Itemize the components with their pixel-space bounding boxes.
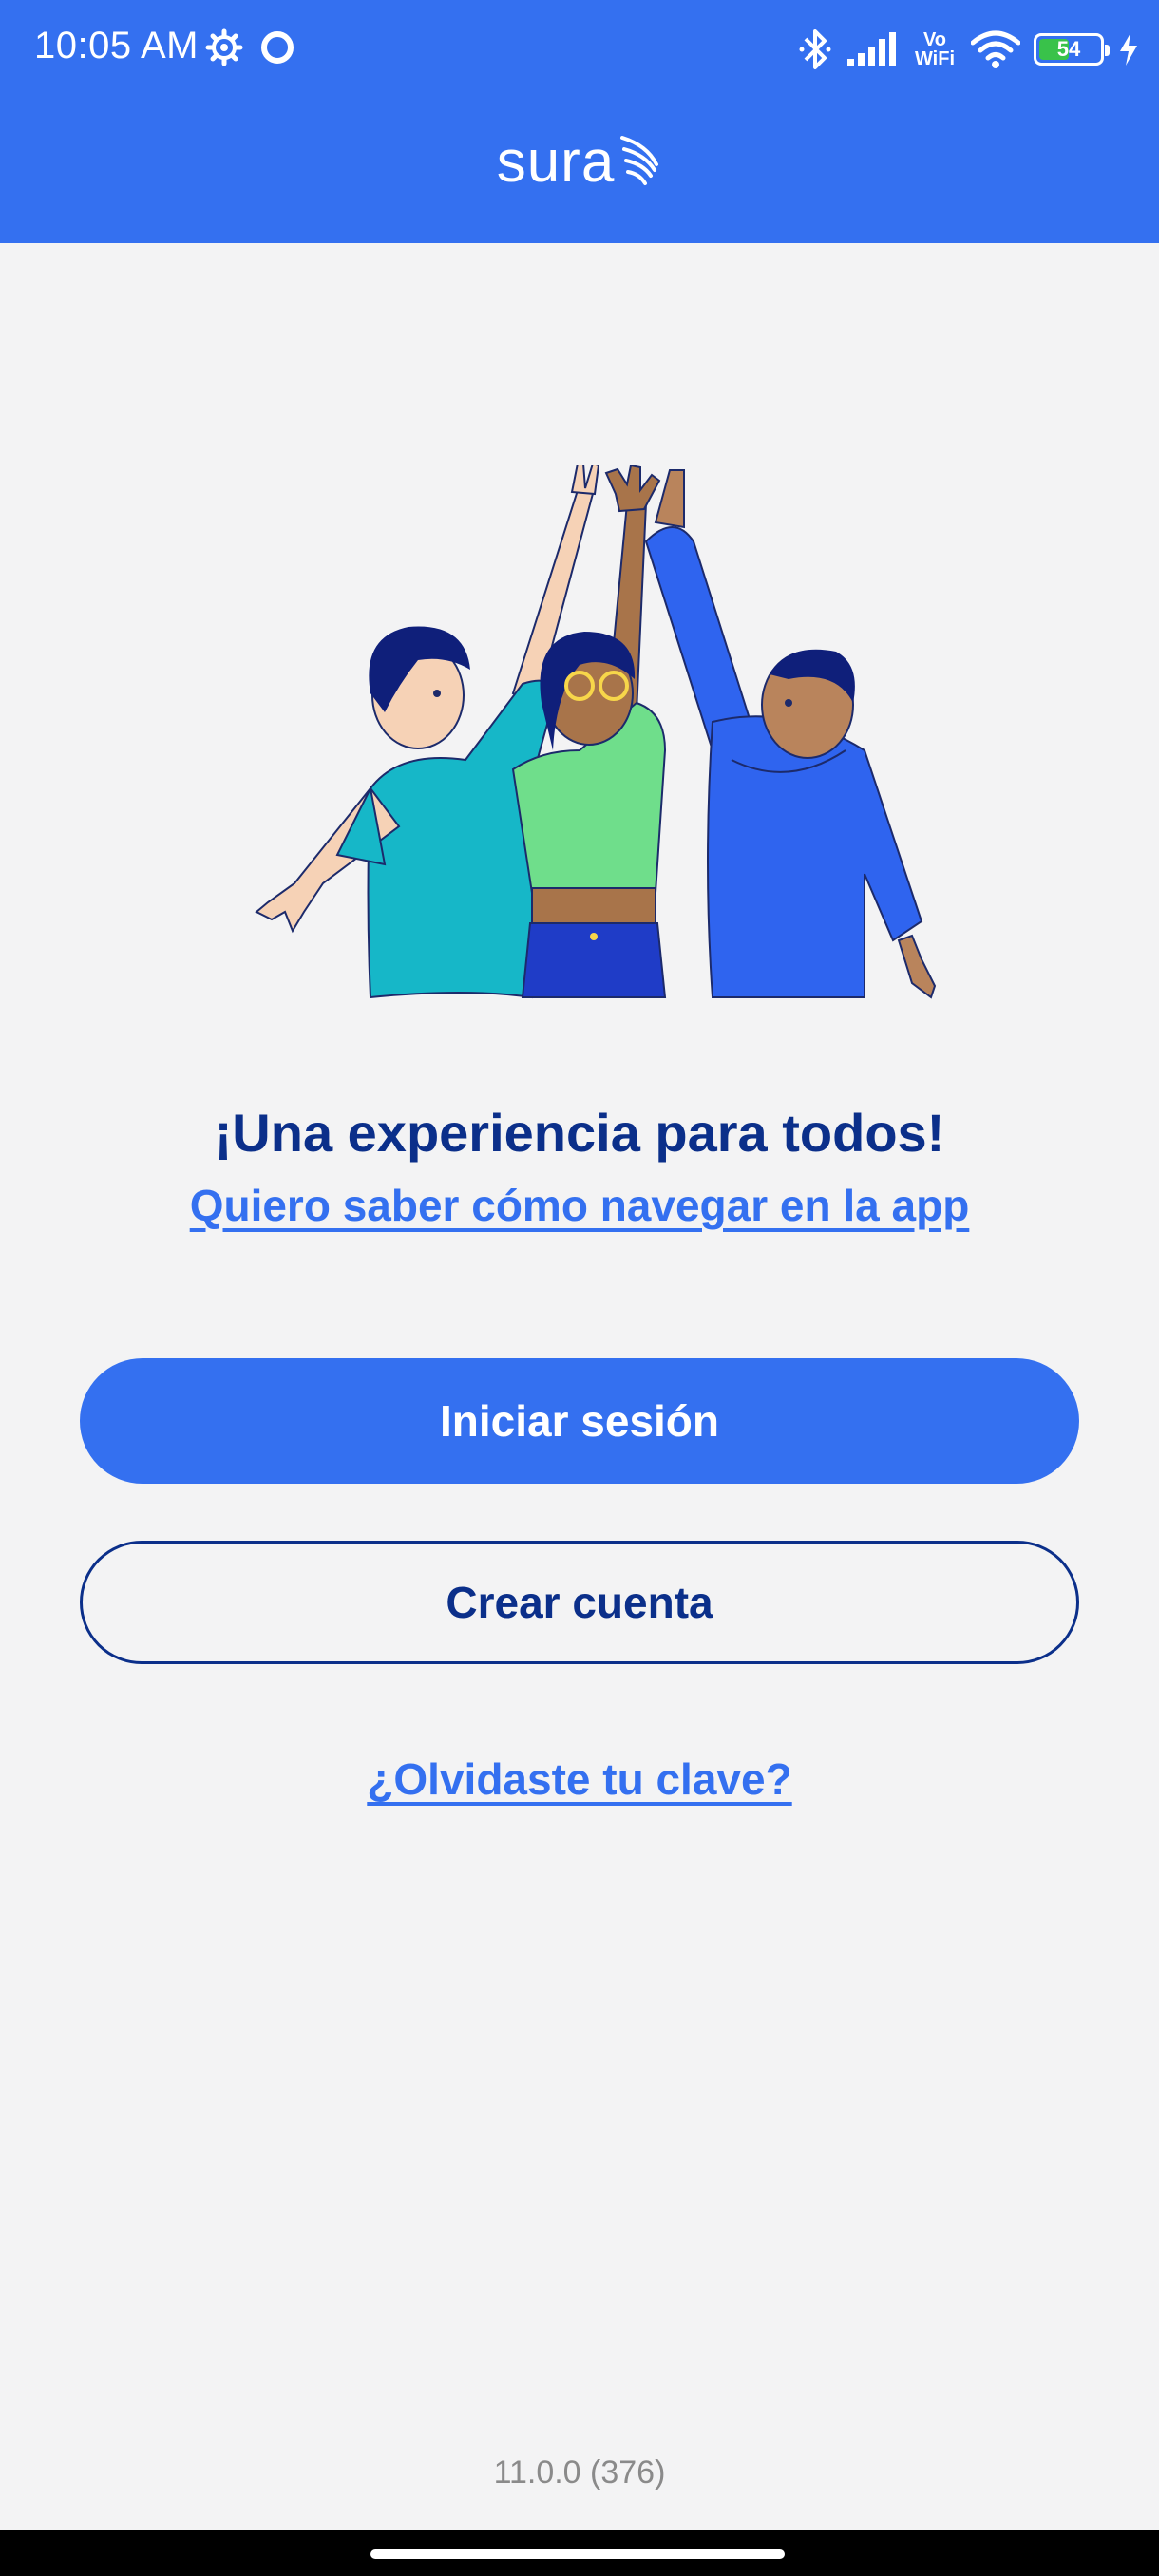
forgot-password-link-container: ¿Olvidaste tu clave? bbox=[0, 1753, 1159, 1805]
battery-level: 54 bbox=[1056, 37, 1081, 61]
app-version: 11.0.0 (376) bbox=[493, 2454, 666, 2491]
vowifi-bottom-text: WiFi bbox=[914, 48, 956, 69]
forgot-password-link[interactable]: ¿Olvidaste tu clave? bbox=[367, 1754, 791, 1804]
welcome-headline: ¡Una experiencia para todos! bbox=[214, 1103, 945, 1163]
brand-logo: sura bbox=[0, 123, 1159, 199]
status-time: 10:05 AM bbox=[34, 25, 200, 66]
sura-wing-icon bbox=[620, 136, 659, 185]
home-indicator[interactable] bbox=[370, 2549, 785, 2559]
navigation-help-link-container: Quiero saber cómo navegar en la app bbox=[0, 1180, 1159, 1231]
app-header: 10:05 AM Vo WiFi 54 sura bbox=[0, 0, 1159, 243]
charging-bolt-icon bbox=[1120, 33, 1137, 66]
vowifi-top-text: Vo bbox=[922, 29, 947, 50]
people-high-five-illustration bbox=[255, 465, 937, 999]
status-icons: Vo WiFi 54 bbox=[798, 21, 1140, 78]
bluetooth-icon bbox=[799, 29, 831, 69]
vowifi-icon: Vo WiFi bbox=[912, 30, 958, 68]
navigation-help-link[interactable]: Quiero saber cómo navegar en la app bbox=[190, 1181, 970, 1230]
create-account-button[interactable]: Crear cuenta bbox=[80, 1541, 1079, 1664]
system-navigation-bar bbox=[0, 2530, 1159, 2576]
wifi-icon bbox=[971, 30, 1020, 68]
circle-icon bbox=[261, 31, 294, 64]
status-bar: 10:05 AM Vo WiFi 54 bbox=[0, 0, 1159, 99]
gear-icon bbox=[205, 28, 243, 66]
person-right-illustration bbox=[644, 469, 937, 999]
brand-name: sura bbox=[496, 128, 616, 195]
battery-tip bbox=[1105, 45, 1110, 56]
login-button[interactable]: Iniciar sesión bbox=[80, 1358, 1079, 1484]
battery-icon: 54 bbox=[1034, 33, 1110, 66]
signal-icon bbox=[847, 32, 896, 66]
